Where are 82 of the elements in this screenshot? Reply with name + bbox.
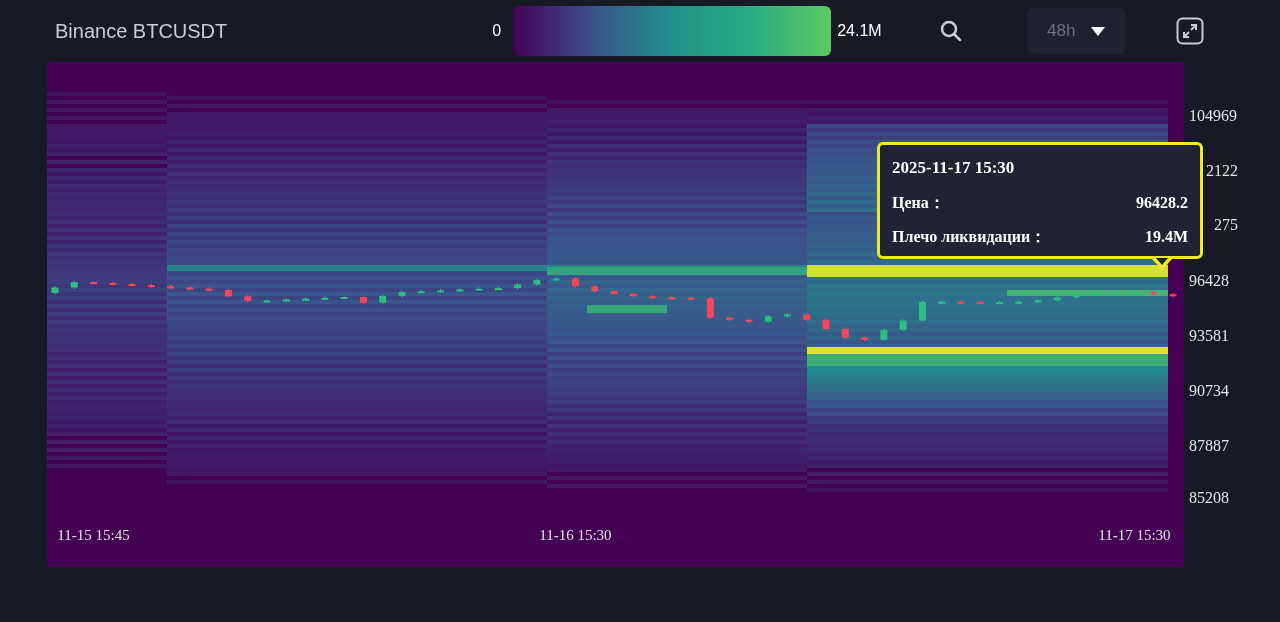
- candle: [302, 296, 310, 302]
- candle: [938, 299, 946, 304]
- candle: [1092, 292, 1100, 297]
- price-axis-label: 275: [1214, 215, 1238, 235]
- candle: [687, 295, 695, 300]
- candle: [629, 292, 637, 299]
- candle: [51, 285, 59, 295]
- candle: [957, 299, 965, 304]
- candle: [186, 285, 194, 291]
- candle: [668, 295, 676, 300]
- legend-max-label: 24.1M: [837, 21, 882, 41]
- candle: [398, 290, 406, 298]
- candle: [784, 312, 791, 319]
- candle: [649, 294, 657, 300]
- tooltip-label: Цена：: [892, 192, 945, 214]
- candle: [861, 335, 869, 342]
- candle: [456, 287, 464, 293]
- candle: [1015, 299, 1023, 304]
- candle: [167, 284, 175, 290]
- candle: [263, 298, 271, 303]
- time-axis-label: 11-15 15:45: [57, 526, 130, 545]
- candle: [899, 318, 907, 332]
- tooltip-label: Плечо ликвидации：: [892, 226, 1047, 247]
- candle: [514, 282, 522, 290]
- candle: [225, 288, 232, 299]
- candle: [726, 315, 734, 322]
- candle: [822, 317, 830, 331]
- candle: [764, 314, 772, 324]
- tooltip-title: 2025-11-17 15:30: [892, 157, 1016, 179]
- candle: [533, 278, 541, 287]
- legend-min-label: 0: [492, 21, 502, 41]
- candle: [205, 286, 213, 292]
- price-axis-label: 90734: [1189, 381, 1229, 401]
- candle: [918, 300, 926, 323]
- tooltip-value: 96428.2: [1136, 192, 1188, 213]
- candle: [1073, 293, 1081, 300]
- candle: [1111, 290, 1119, 296]
- price-axis-label: 93581: [1189, 326, 1229, 346]
- candle: [244, 294, 252, 303]
- candle: [996, 300, 1003, 305]
- candle: [571, 276, 579, 289]
- time-axis-label: 11-17 15:30: [1098, 526, 1171, 545]
- candle: [1150, 290, 1158, 297]
- candle: [128, 282, 136, 288]
- tooltip-value: 19.4M: [1144, 226, 1188, 247]
- candle: [90, 280, 98, 285]
- price-axis-label: 87887: [1189, 436, 1229, 456]
- interval-dropdown[interactable]: 48h: [1026, 8, 1126, 54]
- candle: [976, 300, 984, 305]
- candle: [109, 281, 117, 286]
- candle: [591, 284, 599, 294]
- candle: [1130, 290, 1138, 295]
- price-axis-label: 96428: [1189, 271, 1229, 291]
- symbol-title: Binance BTCUSDT: [55, 19, 228, 44]
- candle: [880, 328, 888, 342]
- fullscreen-icon[interactable]: [1175, 17, 1204, 45]
- candle: [745, 317, 753, 324]
- candle: [417, 289, 425, 294]
- candle: [475, 286, 483, 292]
- price-axis-label: 85208: [1189, 487, 1229, 508]
- candle: [1034, 298, 1042, 304]
- candle: [552, 276, 560, 282]
- candle: [437, 288, 444, 294]
- price-axis-label: 104969: [1189, 105, 1237, 126]
- candle: [359, 295, 367, 305]
- candle: [340, 295, 348, 300]
- candle: [70, 280, 78, 290]
- caret-icon: [1091, 26, 1106, 36]
- candle: [379, 294, 387, 305]
- candle: [1053, 295, 1061, 303]
- price-axis-label: 2122: [1206, 161, 1238, 181]
- candle: [841, 327, 849, 340]
- candle: [610, 289, 618, 296]
- candle: [282, 297, 290, 303]
- candle: [494, 286, 502, 291]
- candle: [1169, 292, 1177, 298]
- search-icon[interactable]: [939, 20, 962, 42]
- time-axis-label: 11-16 15:30: [539, 526, 612, 545]
- candle: [321, 295, 329, 301]
- candle: [803, 312, 811, 322]
- candle: [706, 296, 714, 320]
- candle: [147, 283, 155, 289]
